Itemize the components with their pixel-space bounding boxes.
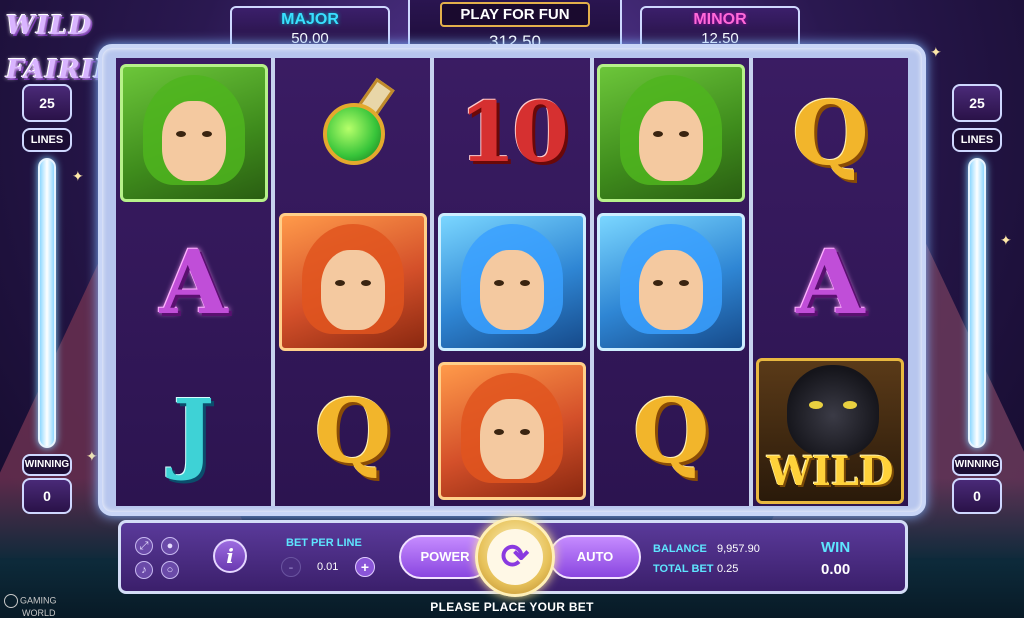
bet-per-line-value: 0.01 [317,561,339,573]
symbol-cell [116,58,271,207]
sparkle-icon: ✦ [86,448,98,464]
fullscreen-icon[interactable]: ⤢ [135,537,153,555]
help-icon[interactable]: ○ [161,561,179,579]
red-fairy-symbol [278,212,427,351]
lines-count: 25 [22,84,72,122]
bet-per-line-label: BET PER LINE [286,537,362,549]
symbol-cell [594,207,749,356]
green-fairy-symbol [119,63,268,202]
winning-label: WINNING [952,454,1002,476]
reel-grid: A J Q 10 Q Q A WILD [116,58,908,506]
status-message: PLEASE PLACE YOUR BET [430,600,594,614]
symbol-cell [594,58,749,207]
winning-count: 0 [952,478,1002,514]
green-fairy-symbol [597,63,746,202]
balance-label: BALANCE [653,543,707,555]
win-value: 0.00 [821,561,851,578]
symbol-cell [275,207,430,356]
spin-button[interactable]: ⟳ [475,517,555,597]
red-fairy-symbol [437,362,586,501]
letter-q-symbol: Q [792,80,869,185]
ten-symbol: 10 [458,84,569,181]
lines-bar [38,158,56,448]
game-logo: WILD FAIRIES [6,11,135,85]
bet-decrease-button[interactable]: - [281,557,301,577]
symbol-cell: Q [275,357,430,506]
balance-value: 9,957.90 [717,543,760,555]
symbol-cell: 10 [434,58,589,207]
letter-q-symbol: Q [314,379,392,484]
reel-3: 10 [434,58,590,506]
symbol-cell: WILD [753,357,908,506]
reel-4: Q [593,58,749,506]
panther-icon [787,365,880,458]
winning-count: 0 [22,478,72,514]
letter-q-symbol: Q [632,379,710,484]
symbol-cell [275,58,430,207]
total-bet-label: TOTAL BET [653,563,714,575]
wild-label: WILD [767,448,894,496]
brand-line-2: WORLD [22,608,56,618]
brand-icon [4,594,18,608]
symbol-cell: A [116,207,271,356]
play-mode-label: PLAY FOR FUN [440,2,590,27]
wild-panther-symbol: WILD [756,358,905,505]
sound-icon[interactable]: ♪ [135,561,153,579]
symbol-cell: Q [753,58,908,207]
total-bet-value: 0.25 [717,563,739,575]
reel-1: A J [116,58,272,506]
right-lines-indicator: 25 LINES WINNING 0 [948,84,1006,524]
symbol-cell: J [116,357,271,506]
settings-icon[interactable]: ● [161,537,179,555]
blue-fairy-symbol [597,212,746,351]
brand-line-1: GAMING [20,595,57,606]
lines-bar [968,158,986,448]
sparkle-icon: ✦ [930,44,942,60]
symbol-cell [434,207,589,356]
symbol-cell [434,357,589,506]
letter-a-symbol: A [796,229,865,334]
winning-label: WINNING [22,454,72,476]
auto-button[interactable]: AUTO [549,535,641,579]
lines-label: LINES [22,128,72,152]
lines-count: 25 [952,84,1002,122]
brand-logo: GAMING WORLD [4,594,57,618]
symbol-cell: Q [594,357,749,506]
bet-increase-button[interactable]: + [355,557,375,577]
reel-5: Q A WILD [752,58,908,506]
letter-a-symbol: A [159,229,228,334]
potion-symbol [293,73,413,193]
symbol-cell: A [753,207,908,356]
letter-j-symbol: J [172,379,215,484]
control-panel: ⤢ ● ♪ ○ i BET PER LINE - 0.01 + POWER AU… [118,517,908,597]
info-button[interactable]: i [213,539,247,573]
minor-jackpot-label: MINOR [693,11,747,28]
win-label: WIN [821,539,851,556]
reel-2: Q [275,58,431,506]
left-lines-indicator: 25 LINES WINNING 0 [18,84,76,524]
spin-icon: ⟳ [487,529,543,585]
blue-fairy-symbol [437,212,586,351]
major-jackpot-label: MAJOR [281,11,339,28]
lines-label: LINES [952,128,1002,152]
